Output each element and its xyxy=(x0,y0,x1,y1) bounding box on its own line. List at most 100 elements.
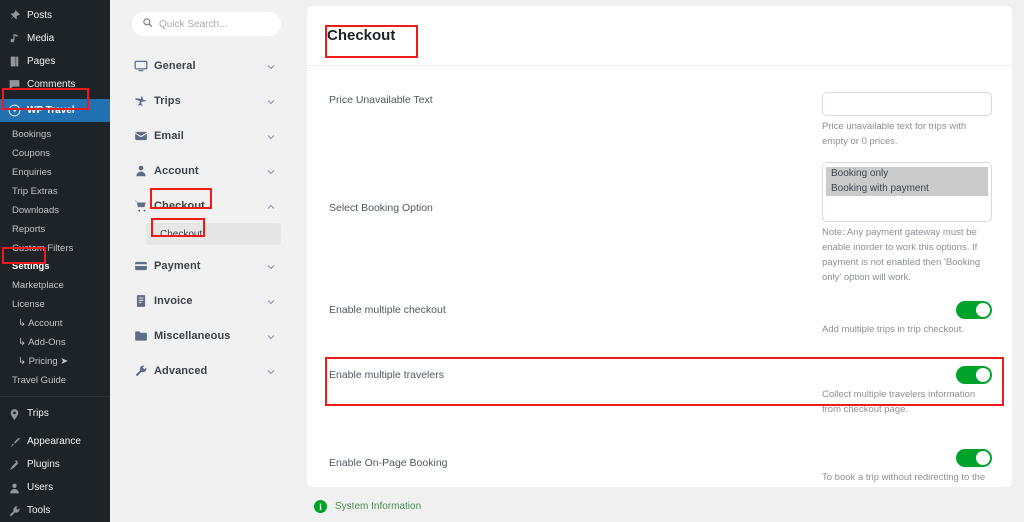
settings-nav-miscellaneous[interactable]: Miscellaneous xyxy=(122,318,283,353)
system-information-label: System Information xyxy=(335,501,422,512)
sidebar-subitem-marketplace[interactable]: Marketplace xyxy=(0,277,110,296)
comments-icon xyxy=(7,78,21,92)
search-input[interactable] xyxy=(159,18,271,30)
row-help: Add multiple trips in trip checkout. xyxy=(822,324,965,336)
settings-nav-account[interactable]: Account xyxy=(122,153,283,188)
info-icon: i xyxy=(314,500,327,513)
main-content: Checkout Price Unavailable Text Price un… xyxy=(295,0,1024,522)
sidebar-item-posts[interactable]: Posts xyxy=(0,4,110,27)
brush-icon xyxy=(7,435,21,449)
user-icon xyxy=(7,481,21,495)
row-label: Enable multiple checkout xyxy=(329,304,446,317)
wp-admin-screen: Posts Media Pages Comments WP Travel Boo… xyxy=(0,0,1024,522)
settings-nav-label: Advanced xyxy=(154,364,208,377)
sidebar-item-pages[interactable]: Pages xyxy=(0,50,110,73)
sidebar-label: Pages xyxy=(27,55,56,67)
pin-icon xyxy=(7,9,21,23)
sidebar-subitem-bookings[interactable]: Bookings xyxy=(0,126,110,145)
sidebar-label: Media xyxy=(27,32,55,44)
sidebar-label: Plugins xyxy=(27,459,60,471)
sidebar-subitem-coupons[interactable]: Coupons xyxy=(0,145,110,164)
sidebar-label: Appearance xyxy=(27,436,81,448)
system-information-link[interactable]: i System Information xyxy=(307,500,1012,513)
settings-nav-payment[interactable]: Payment xyxy=(122,248,283,283)
sidebar-subitem-travel-guide[interactable]: Travel Guide xyxy=(0,372,110,391)
settings-nav-advanced[interactable]: Advanced xyxy=(122,353,283,388)
chevron-down-icon[interactable] xyxy=(265,365,277,377)
chevron-down-icon[interactable] xyxy=(265,95,277,107)
settings-nav-label: Account xyxy=(154,164,199,177)
onpage-booking-toggle[interactable] xyxy=(956,449,992,468)
quick-search[interactable] xyxy=(132,12,281,36)
wrench-icon xyxy=(7,504,21,518)
settings-nav-general[interactable]: General xyxy=(122,48,283,83)
chevron-down-icon[interactable] xyxy=(265,260,277,272)
row-help: To book a trip without redirecting to th… xyxy=(822,472,986,484)
settings-nav-invoice[interactable]: Invoice xyxy=(122,283,283,318)
sidebar-subitem-enquiries[interactable]: Enquiries xyxy=(0,164,110,183)
page-title: Checkout xyxy=(327,27,396,44)
row-help: Note: Any payment gateway must be enable… xyxy=(822,227,981,283)
person-icon xyxy=(134,164,154,178)
booking-option-item[interactable]: Booking only xyxy=(826,167,988,182)
envelope-icon xyxy=(134,129,154,143)
multiple-travelers-toggle[interactable] xyxy=(956,366,992,385)
sidebar-item-wp-travel[interactable]: WP Travel xyxy=(0,99,110,122)
cart-icon xyxy=(134,199,154,213)
settings-nav-checkout-child[interactable]: Checkout xyxy=(146,223,281,245)
sidebar-item-trips[interactable]: Trips xyxy=(0,403,110,426)
chevron-up-icon[interactable] xyxy=(265,200,277,212)
sidebar-label: Posts xyxy=(27,9,53,21)
sidebar-subitem-settings[interactable]: Settings xyxy=(0,258,110,277)
sidebar-subitem-add-ons[interactable]: ↳ Add-Ons xyxy=(0,334,110,353)
settings-nav-email[interactable]: Email xyxy=(122,118,283,153)
sidebar-subitem-trip-extras[interactable]: Trip Extras xyxy=(0,183,110,202)
sidebar-subitem-reports[interactable]: Reports xyxy=(0,221,110,240)
row-onpage-booking: Enable On-Page Booking To book a trip wi… xyxy=(307,449,1012,487)
settings-nav-trips[interactable]: Trips xyxy=(122,83,283,118)
chevron-down-icon[interactable] xyxy=(265,60,277,72)
sidebar-subitem-license[interactable]: License xyxy=(0,296,110,315)
settings-nav-label: General xyxy=(154,59,196,72)
sidebar-label: Tools xyxy=(27,505,51,517)
settings-nav-panel: General Trips Email Account Checkout Che… xyxy=(110,0,295,522)
sidebar-item-media[interactable]: Media xyxy=(0,27,110,50)
settings-nav-label: Payment xyxy=(154,259,201,272)
sidebar-item-appearance[interactable]: Appearance xyxy=(0,431,110,454)
booking-option-item[interactable]: Booking with payment xyxy=(826,181,988,197)
chevron-down-icon[interactable] xyxy=(265,130,277,142)
settings-nav-label: Miscellaneous xyxy=(154,329,231,342)
sidebar-label: Comments xyxy=(27,78,76,90)
sidebar-subitem-downloads[interactable]: Downloads xyxy=(0,202,110,221)
sidebar-label: Users xyxy=(27,482,54,494)
folder-icon xyxy=(134,329,154,343)
price-unavailable-input[interactable] xyxy=(822,92,992,116)
sidebar-item-plugins[interactable]: Plugins xyxy=(0,454,110,477)
pages-icon xyxy=(7,55,21,69)
row-multiple-checkout: Enable multiple checkout Add multiple tr… xyxy=(307,301,1012,338)
sidebar-subitem-pricing[interactable]: ↳ Pricing ➤ xyxy=(0,353,110,372)
plug-icon xyxy=(7,458,21,472)
sidebar-subitem-account[interactable]: ↳ Account xyxy=(0,315,110,334)
wrench-icon xyxy=(134,364,154,378)
multiple-checkout-toggle[interactable] xyxy=(956,301,992,320)
sidebar-item-users[interactable]: Users xyxy=(0,477,110,500)
settings-nav-checkout[interactable]: Checkout xyxy=(122,188,283,223)
settings-nav-label: Checkout xyxy=(154,199,205,212)
sidebar-item-tools[interactable]: Tools xyxy=(0,500,110,522)
airplane-icon xyxy=(134,94,154,108)
invoice-icon xyxy=(134,294,154,308)
card-header: Checkout xyxy=(307,6,1012,66)
sidebar-subitem-custom-filters[interactable]: Custom Filters xyxy=(0,240,110,259)
credit-card-icon xyxy=(134,259,154,273)
chevron-down-icon[interactable] xyxy=(265,295,277,307)
row-label: Enable On-Page Booking xyxy=(329,457,448,470)
booking-option-select[interactable]: Booking only Booking with payment xyxy=(822,162,992,223)
settings-nav-label: Email xyxy=(154,129,184,142)
sidebar-item-comments[interactable]: Comments xyxy=(0,73,110,96)
chevron-down-icon[interactable] xyxy=(265,165,277,177)
settings-nav-label: Invoice xyxy=(154,294,193,307)
chevron-down-icon[interactable] xyxy=(265,330,277,342)
settings-nav-sublabel: Checkout xyxy=(160,228,203,240)
row-price-unavailable: Price Unavailable Text Price unavailable… xyxy=(307,92,1012,149)
